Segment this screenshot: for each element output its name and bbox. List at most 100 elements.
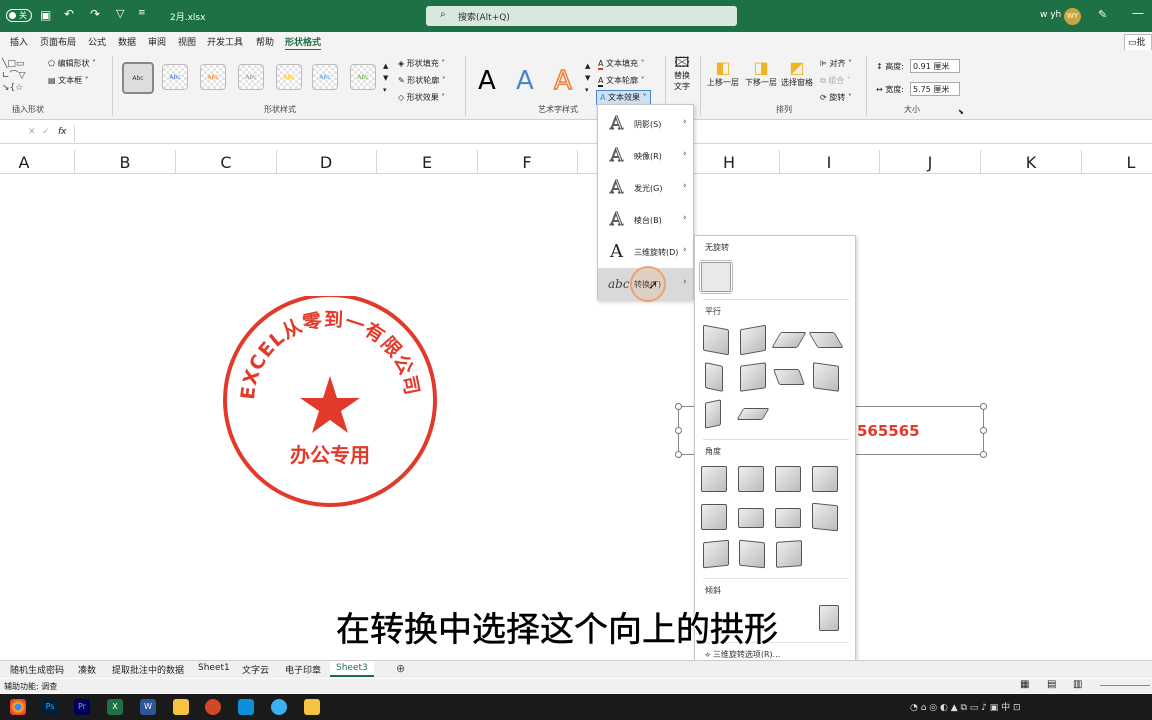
sheet-tab[interactable]: Sheet1	[198, 663, 230, 673]
preset-parallel[interactable]	[705, 399, 721, 429]
preset-parallel[interactable]	[703, 324, 729, 356]
resize-handle[interactable]	[980, 427, 987, 434]
alt-text-button[interactable]: 🖾 替换文字	[672, 56, 692, 92]
menu-item-bevel[interactable]: A 棱台(B) ›	[598, 204, 693, 236]
column-header-h[interactable]: H	[719, 153, 739, 172]
bring-forward-button[interactable]: ◧ 上移一层	[707, 58, 739, 88]
preset-parallel[interactable]	[813, 362, 839, 392]
sheet-tab-active[interactable]: Sheet3	[330, 661, 374, 677]
preset-angle[interactable]	[812, 502, 838, 532]
add-sheet-icon[interactable]: ⊕	[396, 662, 405, 675]
electronic-stamp[interactable]: EXCEL从零到一有限公司 办公专用	[220, 296, 440, 508]
avatar[interactable]: WY	[1064, 8, 1081, 25]
wordart-style-blue[interactable]: A	[516, 66, 534, 96]
recorder-icon[interactable]	[238, 699, 254, 715]
normal-view-icon[interactable]: ▦	[1020, 679, 1029, 690]
preset-angle[interactable]	[776, 540, 802, 568]
shape-style-6[interactable]: Abc	[312, 64, 338, 90]
preset-parallel[interactable]	[808, 332, 844, 348]
fx-icon[interactable]: fx	[58, 127, 67, 137]
column-header-e[interactable]: E	[417, 153, 437, 172]
tab-page-layout[interactable]: 页面布局	[40, 35, 76, 48]
preset-angle[interactable]	[812, 466, 838, 492]
menu-item-shadow[interactable]: A 阴影(S) ›	[598, 108, 693, 140]
shape-effects-button[interactable]: ◇ 形状效果 ˅	[398, 92, 445, 103]
column-header-d[interactable]: D	[316, 153, 336, 172]
column-header-i[interactable]: I	[819, 153, 839, 172]
send-backward-button[interactable]: ◨ 下移一层	[745, 58, 777, 88]
preset-parallel[interactable]	[705, 362, 723, 392]
preset-angle[interactable]	[738, 508, 764, 528]
cancel-icon[interactable]: ✕	[28, 127, 36, 137]
selection-pane-button[interactable]: ◩ 选择窗格	[781, 58, 813, 88]
rotate-button[interactable]: ⟳ 旋转 ˅	[820, 92, 852, 103]
accessibility-status[interactable]: 辅助功能: 调查	[4, 681, 57, 692]
text-fill-button[interactable]: A 文本填充 ˅	[598, 58, 645, 70]
resize-handle[interactable]	[980, 403, 987, 410]
column-header-f[interactable]: F	[517, 153, 537, 172]
save-icon[interactable]: ▣	[40, 8, 51, 22]
tab-shape-format[interactable]: 形状格式	[285, 35, 322, 51]
shape-style-2[interactable]: Abc	[162, 64, 188, 90]
column-header-a[interactable]: A	[14, 153, 34, 172]
resize-handle[interactable]	[675, 427, 682, 434]
preset-parallel[interactable]	[773, 369, 805, 385]
shape-style-4[interactable]: Abc	[238, 64, 264, 90]
column-header-l[interactable]: L	[1121, 153, 1141, 172]
page-break-icon[interactable]: ▥	[1073, 679, 1082, 690]
column-header-b[interactable]: B	[115, 153, 135, 172]
folder-app-icon[interactable]	[173, 699, 189, 715]
file-explorer-icon[interactable]	[304, 699, 320, 715]
tab-help[interactable]: 帮助	[256, 35, 274, 48]
wordart-style-orange[interactable]: A	[553, 65, 572, 97]
align-button[interactable]: ⊫ 对齐 ˅	[820, 58, 852, 69]
sheet-tab[interactable]: 电子印章	[285, 663, 321, 676]
preset-angle[interactable]	[701, 466, 727, 492]
word-icon[interactable]: W	[140, 699, 156, 715]
height-input[interactable]: 0.91 厘米	[910, 59, 960, 73]
autosave-toggle[interactable]: 关	[6, 9, 32, 22]
undo-icon[interactable]: ↶	[64, 7, 74, 21]
resize-handle[interactable]	[675, 451, 682, 458]
text-box-button[interactable]: ▤ 文本框 ˅	[48, 75, 89, 86]
preset-angle[interactable]	[701, 504, 727, 530]
tab-insert[interactable]: 插入	[10, 35, 28, 48]
wordart-scroll-icon[interactable]: ▲ ▼ ▾	[585, 60, 590, 96]
preset-angle[interactable]	[739, 539, 765, 569]
column-header-c[interactable]: C	[216, 153, 236, 172]
preset-parallel[interactable]	[736, 408, 770, 420]
tab-formulas[interactable]: 公式	[88, 35, 106, 48]
preset-angle[interactable]	[775, 466, 801, 492]
filter-icon[interactable]: ▽	[116, 7, 124, 20]
pen-icon[interactable]: ✎	[1098, 8, 1107, 21]
tab-data[interactable]: 数据	[118, 35, 136, 48]
preset-tilt[interactable]	[819, 605, 839, 631]
tray-icons[interactable]: ◔ ⌂ ◎ ◐ ▲ ⧉ ▭ ♪ ▣ 中 ⊡	[910, 700, 1021, 713]
group-button[interactable]: ⧉ 组合 ˅	[820, 75, 851, 86]
column-header-j[interactable]: J	[920, 153, 940, 172]
chrome-icon[interactable]	[10, 699, 26, 715]
shape-outline-button[interactable]: ✎ 形状轮廓 ˅	[398, 75, 446, 86]
search-box[interactable]: ⌕ 搜索(Alt+Q)	[426, 6, 737, 26]
shape-style-1[interactable]: Abc	[122, 62, 154, 94]
enter-icon[interactable]: ✓	[42, 127, 50, 137]
page-layout-icon[interactable]: ▤	[1047, 679, 1056, 690]
minimize-icon[interactable]: —	[1132, 6, 1144, 20]
preset-parallel[interactable]	[771, 332, 807, 348]
width-input[interactable]: 5.75 厘米	[910, 82, 960, 96]
excel-icon[interactable]: X	[107, 699, 123, 715]
sheet-tab[interactable]: 随机生成密码	[10, 663, 64, 676]
sheet-tab[interactable]: 凑数	[78, 663, 96, 676]
powerpoint-icon[interactable]	[205, 699, 221, 715]
preset-parallel[interactable]	[740, 362, 766, 392]
text-effects-button[interactable]: A 文本效果 ˅	[596, 90, 651, 105]
sheet-tab[interactable]: 提取批注中的数据	[112, 663, 184, 676]
zoom-slider[interactable]	[1100, 685, 1150, 686]
resize-handle[interactable]	[980, 451, 987, 458]
preset-angle[interactable]	[738, 466, 764, 492]
sheet-tab[interactable]: 文字云	[242, 663, 269, 676]
redo-icon[interactable]: ↷	[90, 7, 100, 21]
menu-item-glow[interactable]: A 发光(G) ›	[598, 172, 693, 204]
preset-no-rotation[interactable]	[699, 260, 733, 294]
photoshop-icon[interactable]: Ps	[42, 699, 58, 715]
